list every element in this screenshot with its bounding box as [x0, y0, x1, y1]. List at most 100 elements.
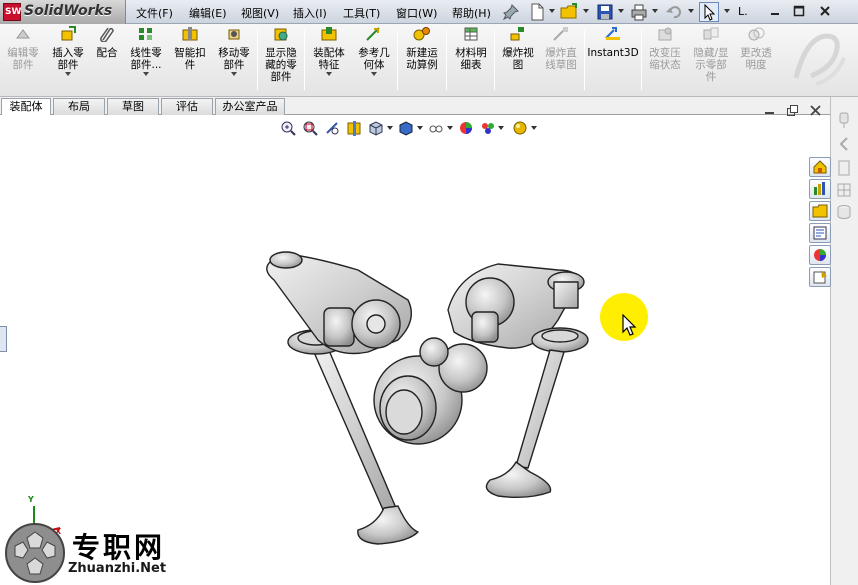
pane-pin-icon[interactable]: [836, 111, 852, 129]
view-settings-icon[interactable]: [512, 120, 528, 136]
insert-components-dropdown[interactable]: [65, 72, 71, 76]
menu-help[interactable]: 帮助(H): [452, 5, 491, 21]
tab-layout[interactable]: 布局: [53, 98, 105, 115]
instant3d-button[interactable]: Instant3D: [587, 26, 639, 59]
task-pane-design-library-tab[interactable]: [809, 179, 831, 199]
open-folder-icon[interactable]: [560, 3, 578, 21]
new-motion-study-button[interactable]: 新建运 动算例: [401, 26, 443, 71]
menu-view[interactable]: 视图(V): [241, 5, 279, 21]
edit-appearance-icon[interactable]: [458, 120, 474, 136]
hide-show-items-icon[interactable]: [428, 120, 444, 136]
linear-pattern-dropdown[interactable]: [143, 72, 149, 76]
section-view-icon[interactable]: [346, 120, 362, 136]
assembly-features-dropdown[interactable]: [326, 72, 332, 76]
ds-brand-watermark-icon: [793, 33, 846, 86]
watermark-chinese-text: 专职网: [72, 531, 166, 564]
edit-component-icon: [16, 29, 30, 39]
command-manager: 编辑零 部件 插入零 部件 配合 线性零 部件... 智能扣 件 移动零 部件 …: [0, 24, 858, 97]
apply-scene-icon[interactable]: [480, 120, 496, 136]
menu-window[interactable]: 窗口(W): [396, 5, 437, 21]
select-cursor-icon[interactable]: [699, 2, 719, 22]
tab-office-products[interactable]: 办公室产品: [215, 98, 285, 115]
smart-fasteners-icon: [182, 27, 198, 41]
menu-file[interactable]: 文件(F): [136, 5, 173, 21]
viewport-restore-icon[interactable]: [786, 104, 799, 117]
view-orientation-icon[interactable]: [368, 120, 384, 136]
smart-fasteners-label: 智能扣 件: [174, 47, 206, 71]
viewport-close-icon[interactable]: [809, 104, 822, 117]
previous-view-icon[interactable]: [324, 120, 340, 136]
edit-component-button[interactable]: 编辑零 部件: [2, 26, 44, 71]
view-settings-dropdown[interactable]: [531, 126, 537, 130]
display-style-icon[interactable]: [398, 120, 414, 136]
print-dropdown-arrow[interactable]: [652, 9, 658, 13]
task-pane-strip: [809, 97, 858, 585]
change-suppression-state-button[interactable]: 改变压 缩状态: [644, 26, 686, 71]
folder-icon: [812, 204, 828, 218]
insert-components-button[interactable]: 插入零 部件: [46, 26, 90, 76]
assembly-features-button[interactable]: 装配体 特征: [308, 26, 350, 76]
menu-tools[interactable]: 工具(T): [343, 5, 380, 21]
solidworks-logo[interactable]: SW SolidWorks: [0, 0, 126, 24]
save-dropdown-arrow[interactable]: [618, 9, 624, 13]
explode-line-sketch-button[interactable]: 爆炸直 线草图: [540, 26, 582, 71]
pane-back-icon[interactable]: [836, 135, 852, 153]
undo-dropdown-arrow[interactable]: [688, 9, 694, 13]
print-icon[interactable]: [630, 3, 648, 21]
save-icon[interactable]: [596, 3, 614, 21]
pane-document-icon[interactable]: [836, 159, 852, 177]
view-orientation-dropdown[interactable]: [387, 126, 393, 130]
apply-scene-dropdown[interactable]: [498, 126, 504, 130]
bill-of-materials-button[interactable]: 材料明 细表: [450, 26, 492, 71]
feature-manager-expand-handle[interactable]: [0, 326, 7, 352]
pane-grid-icon[interactable]: [836, 181, 852, 199]
assembly-model[interactable]: [258, 240, 658, 550]
minimize-icon[interactable]: [768, 4, 782, 18]
tab-evaluate[interactable]: 评估: [161, 98, 213, 115]
pushpin-icon[interactable]: [502, 3, 520, 21]
smart-fasteners-button[interactable]: 智能扣 件: [170, 26, 210, 71]
zoom-to-area-icon[interactable]: [302, 120, 318, 136]
linear-pattern-button[interactable]: 线性零 部件...: [124, 26, 168, 76]
close-icon[interactable]: [818, 4, 832, 18]
show-hidden-components-button[interactable]: 显示隐 藏的零 部件: [261, 26, 301, 83]
solidworks-logo-icon: SW: [3, 3, 21, 21]
tab-sketch[interactable]: 草图: [107, 98, 159, 115]
task-pane-file-explorer-tab[interactable]: [809, 201, 831, 221]
menu-insert[interactable]: 插入(I): [293, 5, 327, 21]
reference-geometry-button[interactable]: 参考几 何体: [353, 26, 395, 76]
task-pane-home-tab[interactable]: [809, 157, 831, 177]
hide-show-components-label: 隐藏/显 示零部 件: [693, 47, 729, 83]
mate-paperclip-icon: [100, 27, 114, 43]
display-style-dropdown[interactable]: [417, 126, 423, 130]
change-transparency-button[interactable]: 更改透 明度: [735, 26, 777, 71]
tab-assembly[interactable]: 装配体: [1, 98, 51, 116]
move-component-dropdown[interactable]: [231, 72, 237, 76]
pane-cylinder-icon[interactable]: [836, 203, 852, 221]
edit-component-label: 编辑零 部件: [7, 47, 39, 71]
separator: [584, 30, 585, 90]
mouse-pointer-icon: [622, 314, 637, 336]
task-pane-appearances-tab[interactable]: [809, 245, 831, 265]
viewport-minimize-icon[interactable]: [763, 104, 776, 117]
exploded-view-button[interactable]: 爆炸视 图: [497, 26, 539, 71]
instant3d-icon: [605, 27, 620, 40]
watermark-url-text: Zhuanzhi.Net: [68, 561, 167, 576]
move-component-button[interactable]: 移动零 部件: [213, 26, 255, 76]
restore-icon[interactable]: [792, 4, 806, 18]
hide-show-components-button[interactable]: 隐藏/显 示零部 件: [688, 26, 734, 83]
select-dropdown-arrow[interactable]: [724, 9, 730, 13]
zoom-to-fit-icon[interactable]: [280, 120, 296, 136]
insert-components-label: 插入零 部件: [52, 47, 84, 71]
mate-button[interactable]: 配合: [93, 26, 121, 59]
change-transparency-icon: [748, 27, 765, 41]
new-dropdown-arrow[interactable]: [549, 9, 555, 13]
new-document-icon[interactable]: [528, 3, 546, 21]
undo-icon[interactable]: [665, 3, 683, 21]
open-dropdown-arrow[interactable]: [583, 9, 589, 13]
task-pane-view-palette-tab[interactable]: [809, 223, 831, 243]
menu-edit[interactable]: 编辑(E): [189, 5, 227, 21]
hide-show-items-dropdown[interactable]: [447, 126, 453, 130]
task-pane-custom-properties-tab[interactable]: [809, 267, 831, 287]
reference-geometry-dropdown[interactable]: [371, 72, 377, 76]
